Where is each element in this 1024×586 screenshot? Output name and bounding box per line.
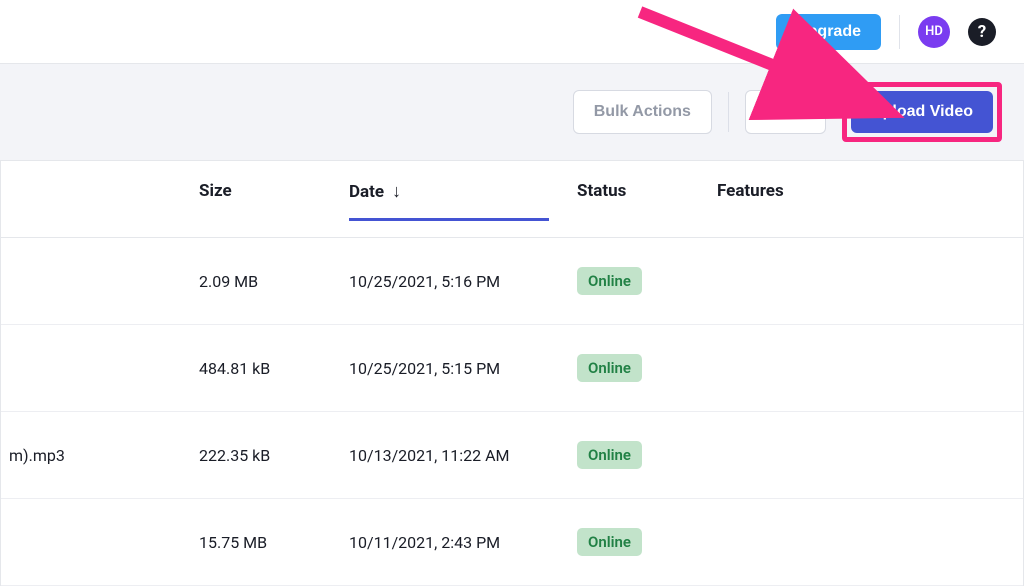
table-row[interactable]: m).mp3 222.35 kB 10/13/2021, 11:22 AM On… xyxy=(1,412,1023,499)
table-header-row: Size Date ↓ Status Features xyxy=(1,161,1023,238)
table-row[interactable]: 484.81 kB 10/25/2021, 5:15 PM Online xyxy=(1,325,1023,412)
bulk-actions-button[interactable]: Bulk Actions xyxy=(573,90,712,134)
file-table: Size Date ↓ Status Features 2.09 MB 10/2… xyxy=(0,161,1024,586)
cell-size: 484.81 kB xyxy=(199,359,349,378)
filter-button[interactable]: Filter xyxy=(745,90,826,134)
avatar[interactable]: HD xyxy=(918,16,950,48)
date-header-label: Date xyxy=(349,182,384,202)
vertical-divider xyxy=(899,15,900,49)
cell-size: 222.35 kB xyxy=(199,446,349,465)
top-navigation: Upgrade HD ? xyxy=(0,0,1024,64)
cell-date: 10/13/2021, 11:22 AM xyxy=(349,446,577,465)
cell-status: Online xyxy=(577,354,717,382)
status-badge: Online xyxy=(577,354,642,382)
upgrade-button[interactable]: Upgrade xyxy=(776,14,881,50)
table-row[interactable]: 2.09 MB 10/25/2021, 5:16 PM Online xyxy=(1,238,1023,325)
cell-status: Online xyxy=(577,441,717,469)
cell-name: m).mp3 xyxy=(1,446,199,465)
cell-date: 10/25/2021, 5:15 PM xyxy=(349,359,577,378)
status-badge: Online xyxy=(577,528,642,556)
cell-status: Online xyxy=(577,267,717,295)
cell-date: 10/25/2021, 5:16 PM xyxy=(349,272,577,291)
column-header-status[interactable]: Status xyxy=(577,181,717,237)
column-header-size[interactable]: Size xyxy=(199,181,349,237)
toolbar-divider xyxy=(728,92,729,132)
table-row[interactable]: 15.75 MB 10/11/2021, 2:43 PM Online xyxy=(1,499,1023,586)
status-badge: Online xyxy=(577,441,642,469)
upload-highlight: Upload Video xyxy=(842,82,1002,142)
column-header-features[interactable]: Features xyxy=(717,181,1023,237)
column-header-name[interactable] xyxy=(1,181,199,237)
cell-size: 2.09 MB xyxy=(199,272,349,291)
status-badge: Online xyxy=(577,267,642,295)
cell-status: Online xyxy=(577,528,717,556)
arrow-down-icon: ↓ xyxy=(392,181,401,202)
cell-size: 15.75 MB xyxy=(199,533,349,552)
column-header-date[interactable]: Date ↓ xyxy=(349,181,577,237)
upload-video-button[interactable]: Upload Video xyxy=(851,91,993,133)
action-toolbar: Bulk Actions Filter Upload Video xyxy=(0,64,1024,161)
cell-date: 10/11/2021, 2:43 PM xyxy=(349,533,577,552)
help-icon[interactable]: ? xyxy=(968,18,996,46)
